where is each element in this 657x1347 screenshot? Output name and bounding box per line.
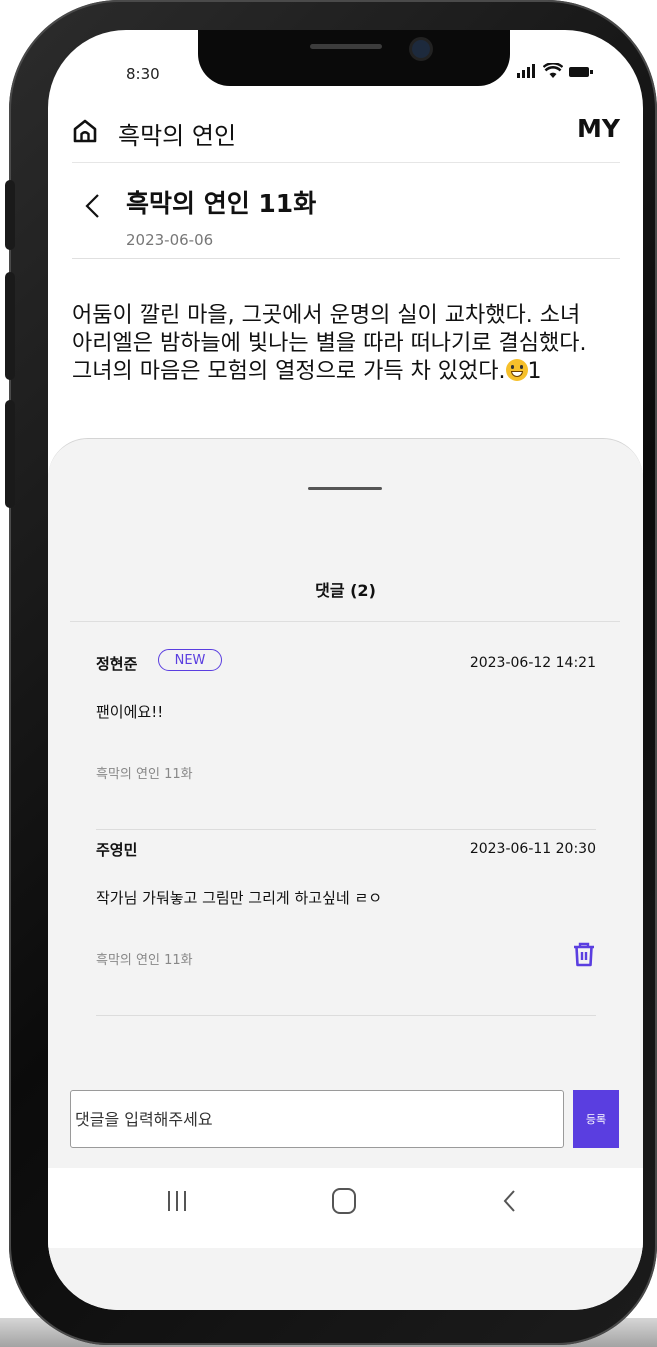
submit-comment-button[interactable]: 등록 [573,1090,619,1148]
comment-input[interactable] [71,1091,559,1147]
side-button [5,400,15,508]
divider [70,621,620,622]
speaker [310,44,382,49]
comments-heading: 댓글 (2) [315,581,376,600]
battery-icon [569,67,593,77]
status-icons [517,63,593,78]
comment-author: 정현준 [96,655,138,673]
phone-frame: 8:30 흑막의 연인 MY 흑막의 연인 11화 2023-06-06 어둠이… [5,0,657,1345]
comment-episode-link[interactable]: 흑막의 연인 11화 [96,949,193,968]
app-header: 흑막의 연인 MY [72,112,620,163]
android-nav-bar [48,1168,643,1248]
front-camera [412,40,430,58]
episode-title: 흑막의 연인 11화 [126,189,317,218]
nav-back-icon[interactable] [502,1188,518,1214]
signal-icon [517,64,535,78]
comment-author: 주영민 [96,841,138,859]
my-page-link[interactable]: MY [577,114,620,143]
comment-item: 정현준 NEW 2023-06-12 14:21 팬이에요!! 흑막의 연인 1… [96,649,596,830]
notch [198,30,510,86]
smile-emoji-icon[interactable] [505,359,528,381]
side-button [5,180,15,250]
comment-item: 주영민 2023-06-11 20:30 작가님 가둬놓고 그림만 그리게 하고… [96,839,596,1016]
home-button-icon[interactable] [332,1188,356,1214]
episode-body: 어둠이 깔린 마을, 그곳에서 운명의 실이 교차했다. 소녀 아리엘은 밤하늘… [72,302,632,386]
sheet-drag-handle[interactable] [308,487,382,490]
phone-screen: 8:30 흑막의 연인 MY 흑막의 연인 11화 2023-06-06 어둠이… [48,30,643,1310]
comment-episode-link[interactable]: 흑막의 연인 11화 [96,763,193,782]
trash-icon[interactable] [572,941,596,967]
comment-text: 팬이에요!! [96,703,164,721]
side-button [5,272,15,380]
episode-date: 2023-06-06 [126,231,214,249]
reaction-count: 1 [527,359,542,384]
wifi-icon [543,63,563,78]
comment-datetime: 2023-06-12 14:21 [469,655,596,671]
divider [72,258,620,259]
comment-text: 작가님 가둬놓고 그림만 그리게 하고싶네 ㄹㅇ [96,889,383,907]
recent-apps-icon[interactable] [164,1188,190,1214]
status-time: 8:30 [126,65,160,83]
app-title: 흑막의 연인 [118,122,237,150]
new-badge: NEW [158,649,222,671]
home-icon[interactable] [72,118,98,144]
comment-datetime: 2023-06-11 20:30 [469,841,596,857]
back-arrow-icon[interactable] [84,192,102,220]
comment-input-box [70,1090,564,1148]
